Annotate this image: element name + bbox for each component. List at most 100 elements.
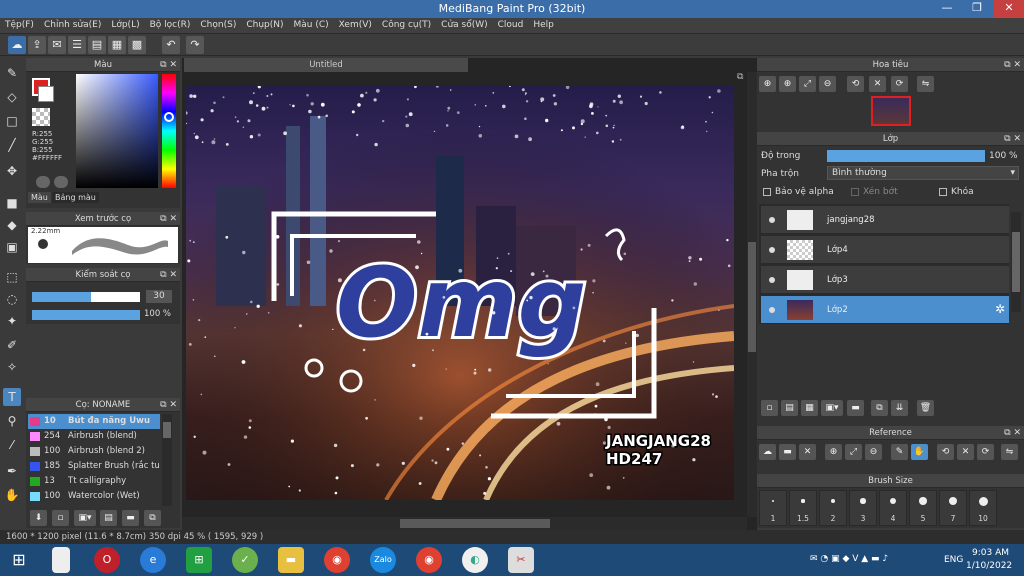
reference-rotate-right-icon[interactable]: ⟳ <box>977 444 994 460</box>
reference-fit-icon[interactable]: ⤢ <box>845 444 862 460</box>
reference-cloud-icon[interactable]: ☁ <box>759 444 776 460</box>
rectangle-tool-icon[interactable]: □ <box>3 112 21 130</box>
reference-pen-icon[interactable]: ✎ <box>891 444 908 460</box>
magic-wand-tool-icon[interactable]: ✦ <box>3 312 21 330</box>
tray-icons[interactable]: ✉ ◔ ▣ ◆ V ▲ ▬ ♪ <box>810 554 940 566</box>
brush-size-cell[interactable]: 5 <box>909 490 937 526</box>
medibang-icon[interactable]: ◐ <box>462 547 488 573</box>
brush-size-cell[interactable]: 1.5 <box>789 490 817 526</box>
menu-filter[interactable]: Bộ lọc(R) <box>145 18 196 30</box>
brush-size-cell[interactable]: 7 <box>939 490 967 526</box>
add-layer-menu-icon[interactable]: ▣▾ <box>821 400 843 416</box>
folder-icon[interactable]: ▬ <box>278 547 304 573</box>
duplicate-layer-icon[interactable]: ⧉ <box>871 400 888 416</box>
brush-size-value[interactable]: 30 <box>146 290 172 303</box>
undo-icon[interactable]: ↶ <box>162 36 180 54</box>
protect-alpha-checkbox[interactable] <box>763 188 771 196</box>
menu-layer[interactable]: Lớp(L) <box>106 18 144 30</box>
store-icon[interactable]: ⊞ <box>186 547 212 573</box>
clock-time[interactable]: 9:03 AM <box>972 548 1009 558</box>
file-icon[interactable] <box>52 547 70 573</box>
reference-rotate-left-icon[interactable]: ⟲ <box>937 444 954 460</box>
layer-opacity-slider[interactable] <box>827 150 985 162</box>
brush-duplicate-icon[interactable]: ⧉ <box>144 510 161 526</box>
panel-close-icon[interactable]: ⧉ ✕ <box>1004 58 1021 72</box>
ie-icon[interactable]: e <box>140 547 166 573</box>
layer-visibility-icon[interactable] <box>769 247 775 253</box>
fit-icon[interactable]: ⤢ <box>799 76 816 92</box>
reference-flip-icon[interactable]: ⇋ <box>1001 444 1018 460</box>
brush-list-item[interactable]: 254 Airbrush (blend) <box>28 429 160 444</box>
fill-rect-tool-icon[interactable]: ■ <box>3 194 21 212</box>
menu-help[interactable]: Help <box>528 18 559 30</box>
background-color-swatch[interactable] <box>38 86 54 102</box>
panel-close-icon[interactable]: ⧉ ✕ <box>1004 426 1021 440</box>
language-indicator[interactable]: ENG <box>944 555 963 565</box>
eyedropper-tool-icon[interactable]: ⁄ <box>3 436 21 454</box>
document-icon[interactable]: ▤ <box>88 36 106 54</box>
palette-icon[interactable] <box>36 176 50 188</box>
chat-icon[interactable]: ☰ <box>68 36 86 54</box>
opera-icon[interactable]: O <box>94 547 120 573</box>
reference-zoom-in-icon[interactable]: ⊕ <box>825 444 842 460</box>
layer-visibility-icon[interactable] <box>769 277 775 283</box>
brush-list-item[interactable]: 185 Splatter Brush (rắc tuy <box>28 459 160 474</box>
new-8bit-layer-icon[interactable]: ▦ <box>801 400 818 416</box>
menu-cloud[interactable]: Cloud <box>493 18 529 30</box>
hue-slider[interactable] <box>162 74 176 188</box>
navigator-thumbnail[interactable] <box>871 96 911 126</box>
select-pen-tool-icon[interactable]: ✐ <box>3 336 21 354</box>
transparent-swatch[interactable] <box>32 108 50 126</box>
layer-row[interactable]: Lớp2 ✲ <box>761 296 1009 324</box>
brush-new-icon[interactable]: ▫ <box>52 510 69 526</box>
bucket-tool-icon[interactable]: ◆ <box>3 216 21 234</box>
app-icon[interactable]: ✓ <box>232 547 258 573</box>
layer-list-scrollbar[interactable] <box>1011 212 1021 312</box>
brush-opacity-slider[interactable] <box>32 310 140 320</box>
panel-close-icon[interactable]: ⧉ ✕ <box>160 212 177 226</box>
palette-add-icon[interactable] <box>54 176 68 188</box>
brush-add-icon[interactable]: ▣▾ <box>74 510 96 526</box>
operation-tool-icon[interactable]: ⚲ <box>3 412 21 430</box>
blend-mode-select[interactable]: Bình thường ▾ <box>827 166 1019 180</box>
canvas-image[interactable]: Omg JANGJANG28 HD247 <box>186 86 734 500</box>
hand-tool-icon[interactable]: ✋ <box>3 486 21 504</box>
layer-folder-icon[interactable]: ▬ <box>847 400 864 416</box>
hue-handle[interactable] <box>164 112 174 122</box>
minimize-button[interactable]: — <box>932 0 962 18</box>
share-icon[interactable]: ⇪ <box>28 36 46 54</box>
reference-open-icon[interactable]: ▬ <box>779 444 796 460</box>
snipping-tool-icon[interactable]: ✂ <box>508 547 534 573</box>
select-eraser-tool-icon[interactable]: ✧ <box>3 358 21 376</box>
eraser-tool-icon[interactable]: ◇ <box>3 88 21 106</box>
brush-size-cell[interactable]: 2 <box>819 490 847 526</box>
zoom-in-alt-icon[interactable]: ⊕ <box>779 76 796 92</box>
menu-capture[interactable]: Chụp(N) <box>241 18 288 30</box>
new-layer-icon[interactable]: ▫ <box>761 400 778 416</box>
lock-checkbox[interactable] <box>939 188 947 196</box>
brush-size-cell[interactable]: 4 <box>879 490 907 526</box>
brush-list-item[interactable]: 100 Airbrush (blend 2) <box>28 444 160 459</box>
dropper-tool-icon[interactable]: ✒ <box>3 462 21 480</box>
grid-icon[interactable]: ▩ <box>128 36 146 54</box>
line-tool-icon[interactable]: ╱ <box>3 136 21 154</box>
panel-close-icon[interactable]: ⧉ ✕ <box>160 58 177 72</box>
gear-icon[interactable]: ✲ <box>995 302 1005 316</box>
reset-rotate-icon[interactable]: ✕ <box>869 76 886 92</box>
reference-hand-icon[interactable]: ✋ <box>911 444 928 460</box>
reference-zoom-out-icon[interactable]: ⊖ <box>865 444 882 460</box>
brush-size-cell[interactable]: 3 <box>849 490 877 526</box>
chrome-icon[interactable]: ◉ <box>324 547 350 573</box>
brush-list-item[interactable]: 100 Watercolor (Wet) <box>28 489 160 504</box>
layer-visibility-icon[interactable] <box>769 217 775 223</box>
zalo-icon[interactable]: Zalo <box>370 547 396 573</box>
brush-list-scrollbar[interactable] <box>162 414 172 506</box>
delete-layer-icon[interactable]: 🗑 <box>917 400 934 416</box>
panel-close-icon[interactable]: ⧉ ✕ <box>160 268 177 282</box>
reference-reset-icon[interactable]: ✕ <box>957 444 974 460</box>
brush-tool-icon[interactable]: ✎ <box>3 64 21 82</box>
brush-list-item[interactable]: 13 Tt calligraphy <box>28 474 160 489</box>
layer-row[interactable]: jangjang28 <box>761 206 1009 234</box>
clipping-checkbox[interactable] <box>851 188 859 196</box>
menu-color[interactable]: Màu (C) <box>289 18 334 30</box>
